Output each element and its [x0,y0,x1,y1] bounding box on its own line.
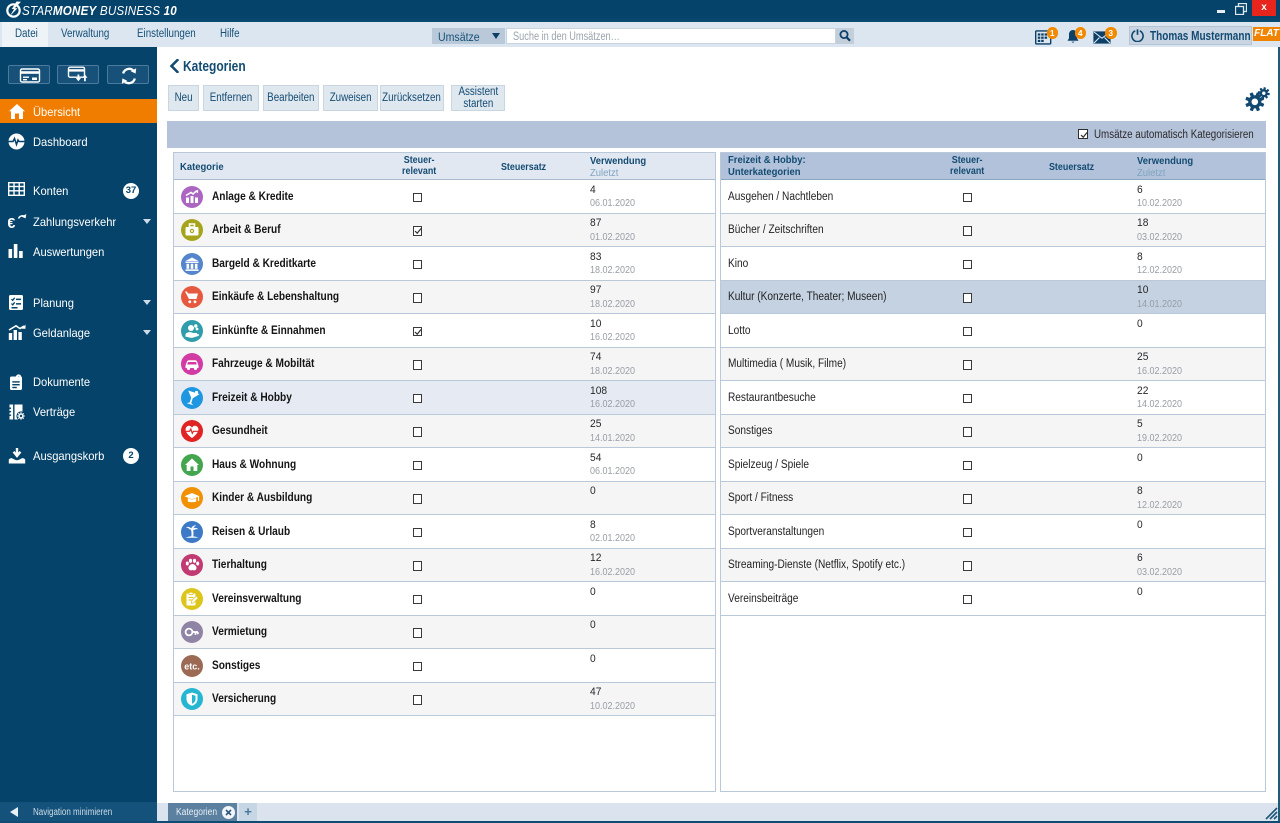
svg-text:etc.: etc. [184,661,200,671]
svg-text:€: € [8,215,16,230]
